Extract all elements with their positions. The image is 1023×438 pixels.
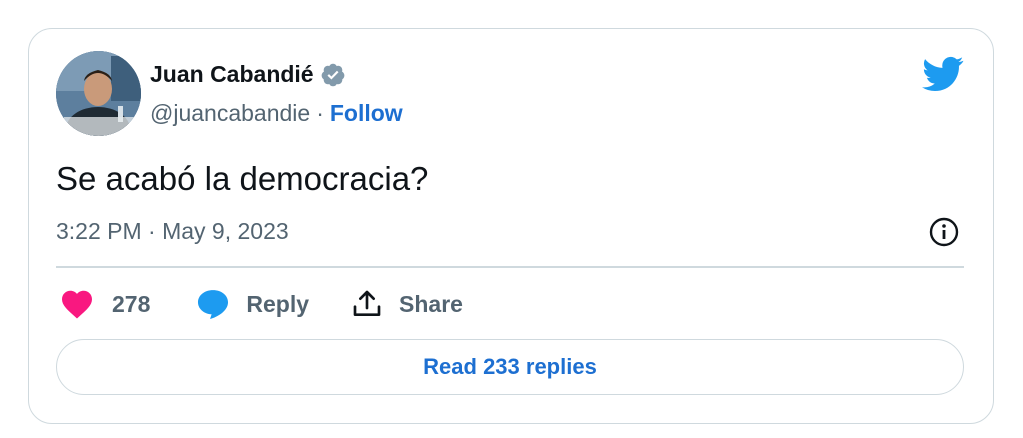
reply-bubble-icon [198,290,229,320]
like-button[interactable]: 278 [60,289,196,319]
avatar[interactable] [56,51,141,136]
author-handle-row: @juancabandie · Follow [150,100,403,127]
share-icon [353,290,381,316]
tweet-text: Se acabó la democracia? [56,160,429,197]
reply-label: Reply [246,290,310,317]
follow-link[interactable]: Follow [330,100,403,127]
read-replies-label: Read 233 replies [423,354,597,379]
read-replies-button[interactable]: Read 233 replies [56,339,964,395]
reply-button[interactable]: Reply [196,288,351,320]
author-name[interactable]: Juan Cabandié [150,61,314,88]
like-count: 278 [112,290,151,317]
author-name-row: Juan Cabandié [150,61,346,88]
info-icon[interactable] [928,216,960,248]
share-button[interactable]: Share [351,288,463,320]
share-label: Share [399,290,463,317]
author-handle[interactable]: @juancabandie [150,100,310,127]
tweet-timestamp[interactable]: 3:22 PM · May 9, 2023 [56,218,289,245]
verified-badge-icon [321,63,344,86]
twitter-bird-icon[interactable] [922,56,964,92]
action-bar: 278 Reply Share [60,284,463,324]
heart-icon [62,290,92,319]
divider [56,266,964,268]
separator-dot: · [316,100,324,126]
